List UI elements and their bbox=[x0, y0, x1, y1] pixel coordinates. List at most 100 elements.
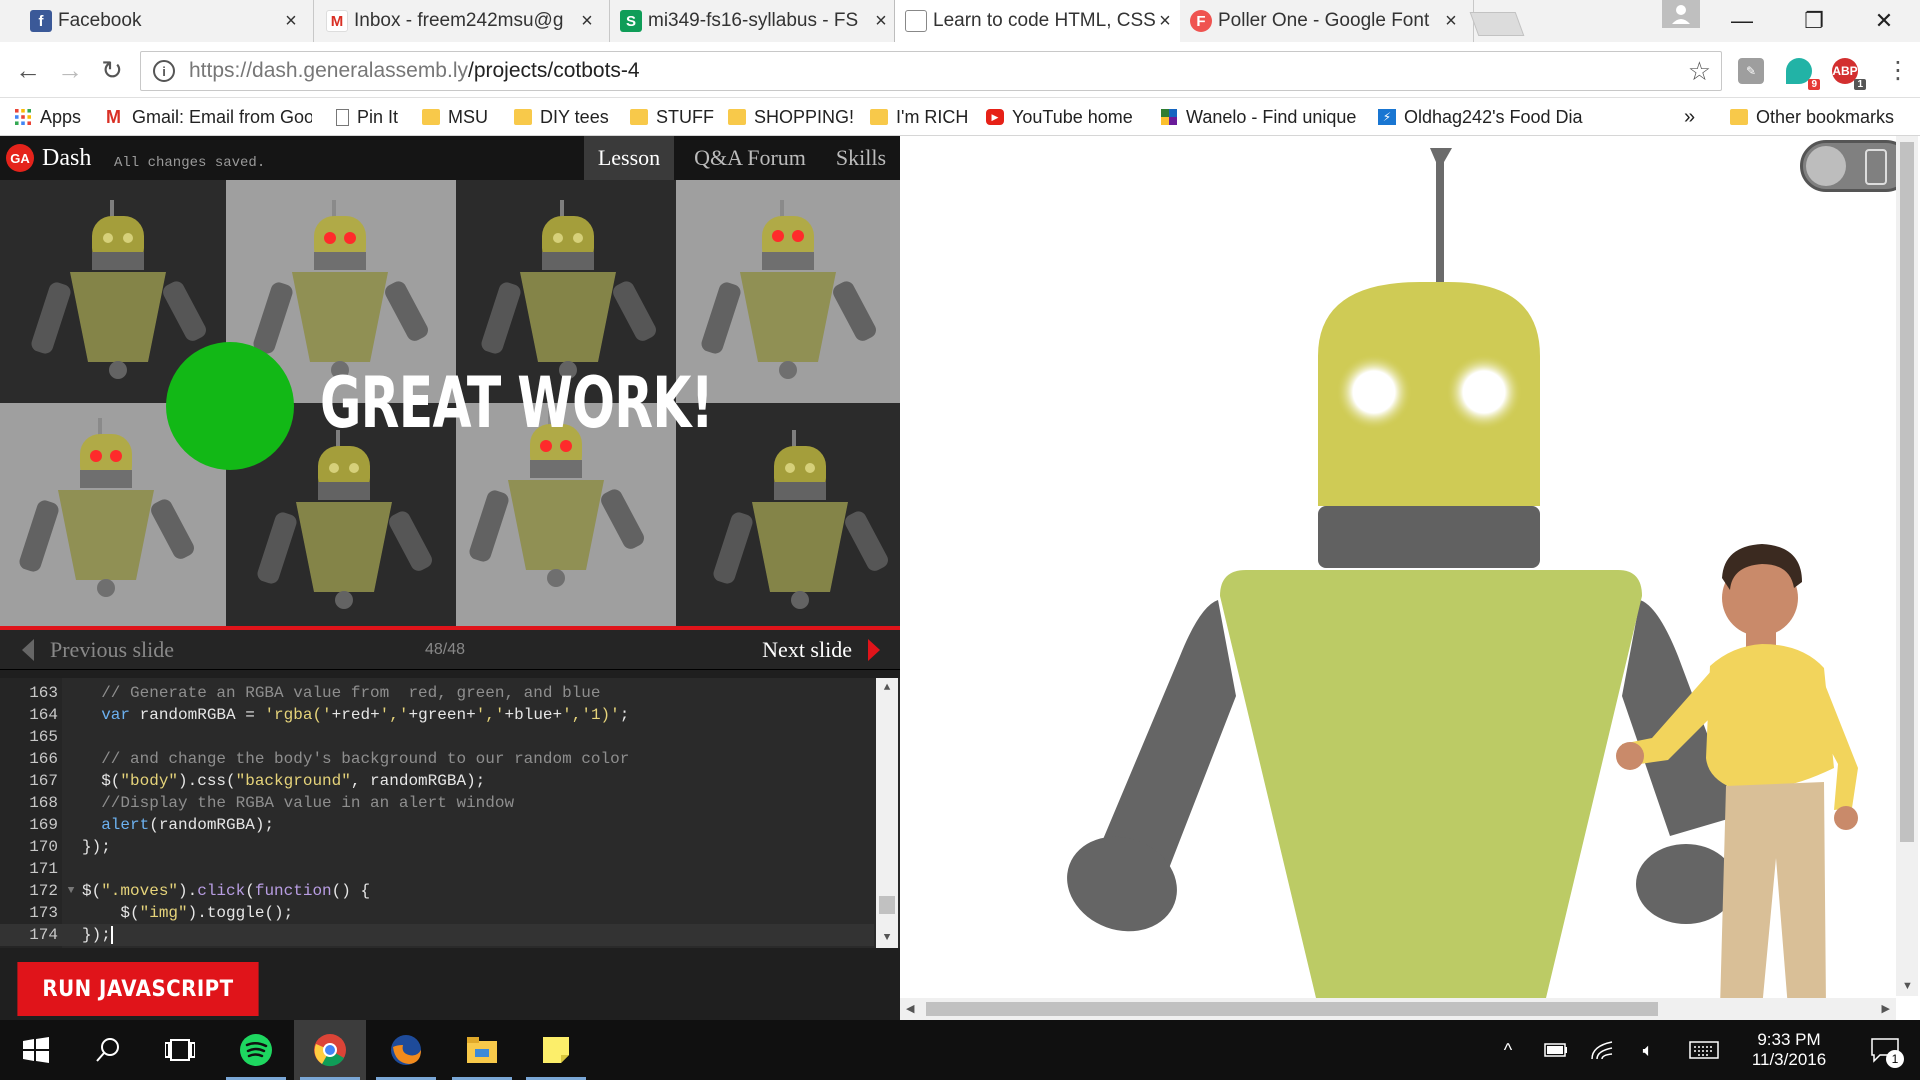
fold-arrow-icon[interactable]: ▼ bbox=[60, 885, 82, 897]
tab-learn-to-code[interactable]: Learn to code HTML, CSS × bbox=[894, 0, 1188, 42]
bookmark-label: Apps bbox=[40, 106, 82, 127]
code-line[interactable]: 166 // and change the body's background … bbox=[0, 748, 874, 770]
profile-button[interactable] bbox=[1662, 0, 1700, 28]
bookmarks-overflow-button[interactable]: » bbox=[1684, 98, 1695, 136]
code-line[interactable]: 168 //Display the RGBA value in an alert… bbox=[0, 792, 874, 814]
file-explorer-taskbar-item[interactable] bbox=[446, 1020, 518, 1080]
sticky-notes-taskbar-item[interactable] bbox=[520, 1020, 592, 1080]
task-view-button[interactable] bbox=[144, 1020, 216, 1080]
start-button[interactable] bbox=[0, 1020, 72, 1080]
extension-badge: 9 bbox=[1808, 79, 1820, 90]
clock-date: 11/3/2016 bbox=[1751, 1050, 1827, 1069]
output-preview: ▼ ◀ ▶ bbox=[900, 136, 1920, 1020]
robot-arm-left bbox=[1096, 600, 1236, 876]
tab-skills[interactable]: Skills bbox=[826, 136, 896, 180]
bookmark-folder-shopping[interactable]: SHOPPING! bbox=[728, 98, 854, 136]
back-button[interactable]: ← bbox=[10, 52, 46, 88]
wifi-icon[interactable] bbox=[1586, 1020, 1618, 1080]
bookmark-gmail[interactable]: M Gmail: Email from Goo bbox=[106, 98, 312, 136]
sheets-icon: S bbox=[620, 10, 642, 32]
tab-syllabus[interactable]: S mi349-fs16-syllabus - FS × bbox=[610, 0, 904, 42]
code-text: // Generate an RGBA value from red, gree… bbox=[82, 684, 601, 702]
bookmark-wanelo[interactable]: Wanelo - Find unique bbox=[1160, 98, 1356, 136]
minimize-button[interactable]: — bbox=[1706, 0, 1778, 42]
next-slide-label: Next slide bbox=[762, 637, 852, 662]
code-line-current[interactable]: 174 }); bbox=[0, 924, 874, 946]
tab-lesson[interactable]: Lesson bbox=[584, 136, 674, 180]
scroll-right-icon[interactable]: ▶ bbox=[1882, 1002, 1890, 1015]
dancing-man-image[interactable] bbox=[1612, 538, 1872, 1008]
close-icon[interactable]: × bbox=[1155, 10, 1175, 33]
code-line[interactable]: 172 ▼ $(".moves").click(function() { bbox=[0, 880, 874, 902]
bookmark-folder-msu[interactable]: MSU bbox=[422, 98, 488, 136]
bookmark-food-diary[interactable]: ⚡ Oldhag242's Food Dia bbox=[1378, 98, 1584, 136]
bookmark-pin-it[interactable]: Pin It bbox=[336, 98, 398, 136]
close-icon[interactable]: × bbox=[281, 10, 301, 33]
line-number: 174 bbox=[29, 926, 58, 944]
spotify-taskbar-item[interactable] bbox=[220, 1020, 292, 1080]
search-button[interactable] bbox=[72, 1020, 144, 1080]
scrollbar-thumb[interactable] bbox=[926, 1002, 1658, 1016]
code-line[interactable]: 169 alert(randomRGBA); bbox=[0, 814, 874, 836]
bookmark-apps[interactable]: Apps bbox=[14, 98, 81, 136]
code-editor[interactable]: 163 // Generate an RGBA value from red, … bbox=[0, 678, 900, 948]
code-text: var randomRGBA = 'rgba('+red+','+green+'… bbox=[101, 706, 630, 724]
scroll-down-icon[interactable]: ▼ bbox=[1902, 980, 1913, 992]
adblock-extension-icon[interactable]: ABP 1 bbox=[1832, 58, 1866, 90]
menu-icon[interactable]: ⋮ bbox=[1880, 52, 1916, 88]
ga-logo[interactable]: GA bbox=[6, 144, 34, 172]
tab-gmail[interactable]: M Inbox - freem242msu@g × bbox=[316, 0, 610, 42]
bookmark-folder-stuff[interactable]: STUFF bbox=[630, 98, 714, 136]
action-center-button[interactable]: 1 bbox=[1862, 1020, 1908, 1080]
battery-icon[interactable] bbox=[1540, 1020, 1572, 1080]
new-tab-button[interactable] bbox=[1469, 12, 1525, 36]
code-line[interactable]: 167 $("body").css("background", randomRG… bbox=[0, 770, 874, 792]
code-line[interactable]: 163 // Generate an RGBA value from red, … bbox=[0, 682, 874, 704]
scroll-left-icon[interactable]: ◀ bbox=[906, 1002, 914, 1015]
bookmark-folder-diy-tees[interactable]: DIY tees bbox=[514, 98, 609, 136]
keyboard-icon[interactable] bbox=[1686, 1020, 1722, 1080]
scrollbar-thumb[interactable] bbox=[879, 896, 895, 914]
code-line[interactable]: 170 }); bbox=[0, 836, 874, 858]
reload-button[interactable]: ↻ bbox=[94, 52, 130, 88]
close-icon[interactable]: × bbox=[577, 10, 597, 33]
folder-icon bbox=[422, 109, 440, 125]
pinterest-extension-icon[interactable]: ✎ bbox=[1738, 58, 1764, 84]
forward-button[interactable]: → bbox=[52, 52, 88, 88]
show-hidden-icons-button[interactable]: ^ bbox=[1492, 1020, 1524, 1080]
tab-qa-forum[interactable]: Q&A Forum bbox=[680, 136, 820, 180]
tab-title: Poller One - Google Font bbox=[1218, 10, 1430, 31]
bookmark-youtube[interactable]: ▶ YouTube home bbox=[986, 98, 1133, 136]
bookmark-folder-im-rich[interactable]: I'm RICH bbox=[870, 98, 968, 136]
firefox-taskbar-item[interactable] bbox=[370, 1020, 442, 1080]
tab-facebook[interactable]: f Facebook × bbox=[20, 0, 314, 42]
run-javascript-button[interactable]: RUN JAVASCRIPT bbox=[17, 962, 259, 1016]
previous-slide-button[interactable]: Previous slide bbox=[22, 630, 174, 670]
info-icon[interactable]: i bbox=[153, 60, 175, 82]
code-line[interactable]: 171 bbox=[0, 858, 874, 880]
code-line[interactable]: 165 bbox=[0, 726, 874, 748]
next-slide-button[interactable]: Next slide bbox=[762, 630, 880, 670]
editor-scrollbar[interactable]: ▲ ▼ bbox=[876, 678, 898, 948]
volume-icon[interactable]: 🔈︎ bbox=[1632, 1020, 1664, 1080]
scrollbar-thumb[interactable] bbox=[1900, 142, 1914, 842]
system-clock[interactable]: 9:33 PM 11/3/2016 bbox=[1724, 1020, 1854, 1080]
bookmark-other-bookmarks[interactable]: Other bookmarks bbox=[1730, 98, 1894, 136]
scroll-down-icon[interactable]: ▼ bbox=[876, 928, 898, 948]
close-window-button[interactable]: ✕ bbox=[1848, 0, 1920, 42]
chrome-taskbar-item[interactable] bbox=[294, 1020, 366, 1080]
scroll-up-icon[interactable]: ▲ bbox=[876, 678, 898, 698]
url-text[interactable]: https://dash.generalassemb.ly/projects/c… bbox=[189, 59, 1688, 83]
restore-button[interactable]: ❐ bbox=[1778, 0, 1850, 42]
address-bar[interactable]: i https://dash.generalassemb.ly/projects… bbox=[140, 51, 1722, 91]
close-icon[interactable]: × bbox=[1441, 10, 1461, 33]
bookmark-star-icon[interactable]: ☆ bbox=[1688, 56, 1711, 87]
tab-poller-one[interactable]: F Poller One - Google Font × bbox=[1180, 0, 1474, 42]
previous-slide-label: Previous slide bbox=[50, 637, 175, 662]
code-line[interactable]: 164 var randomRGBA = 'rgba('+red+','+gre… bbox=[0, 704, 874, 726]
preview-vertical-scrollbar[interactable]: ▼ bbox=[1896, 136, 1918, 996]
preview-horizontal-scrollbar[interactable]: ◀ ▶ bbox=[900, 998, 1896, 1020]
maps-extension-icon[interactable]: 9 bbox=[1786, 58, 1820, 90]
code-line[interactable]: 173 $("img").toggle(); bbox=[0, 902, 874, 924]
close-icon[interactable]: × bbox=[871, 10, 891, 33]
